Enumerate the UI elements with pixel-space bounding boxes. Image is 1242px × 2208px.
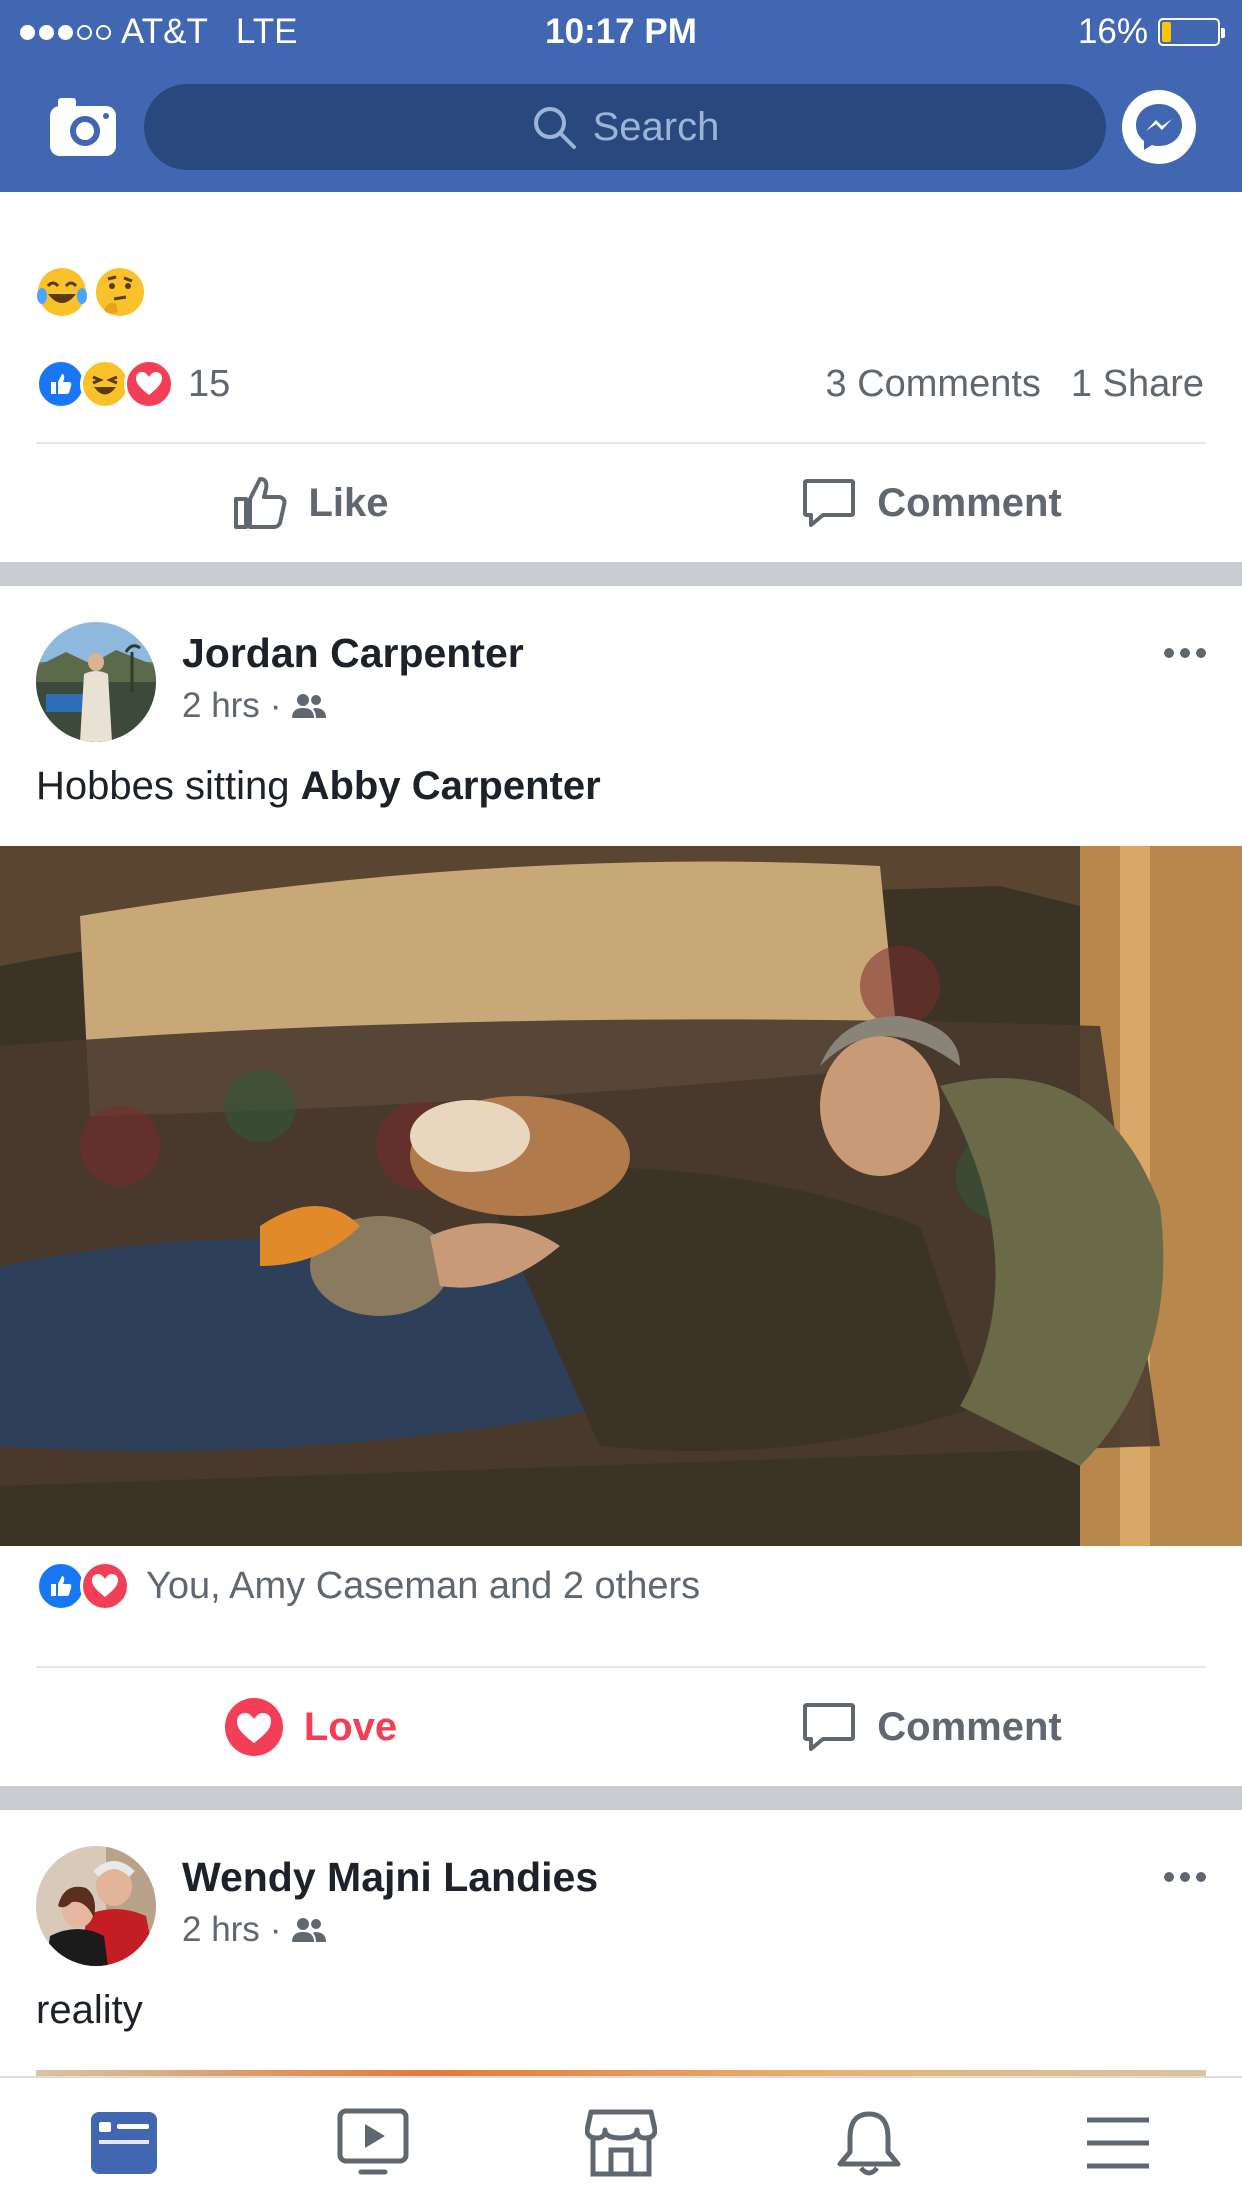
post2-text-prefix: Hobbes sitting <box>36 764 290 808</box>
post-meta: 2 hrs · <box>182 686 327 726</box>
feed-separator <box>0 1786 1242 1810</box>
thinking-face-emoji-icon <box>96 268 144 316</box>
thumbs-up-icon <box>234 477 287 529</box>
love-reaction-icon <box>80 1561 130 1611</box>
tab-menu[interactable] <box>994 2078 1242 2208</box>
post3-text: reality <box>36 1988 143 2032</box>
comment-button[interactable]: Comment <box>621 1699 1242 1755</box>
news-feed-icon <box>91 2112 158 2174</box>
camera-icon[interactable] <box>48 96 118 158</box>
video-play-icon <box>337 2108 409 2175</box>
post3-header: Wendy Majni Landies 2 hrs · <box>36 1846 1206 1976</box>
post2-header: Jordan Carpenter 2 hrs · <box>36 622 1206 752</box>
feed-separator <box>0 562 1242 586</box>
status-bar: AT&T LTE 10:17 PM 16% <box>0 0 1242 62</box>
comment-bubble-icon <box>803 479 856 527</box>
post-emoji-text <box>36 266 146 318</box>
shares-count-link[interactable]: 1 Share <box>1071 363 1204 406</box>
post-time[interactable]: 2 hrs <box>182 686 260 726</box>
post2-action-row: Love Comment <box>0 1668 1242 1786</box>
post2-photo[interactable] <box>0 846 1242 1546</box>
like-button[interactable]: Like <box>0 475 621 531</box>
battery-percent: 16% <box>1077 12 1148 51</box>
reaction-icons: 15 <box>36 359 230 409</box>
tagged-person-link[interactable]: Abby Carpenter <box>301 764 601 808</box>
post-meta: 2 hrs · <box>182 1910 327 1950</box>
post2-text: Hobbes sitting Abby Carpenter <box>36 764 601 809</box>
marketplace-store-icon <box>585 2109 658 2177</box>
messenger-icon[interactable] <box>1122 90 1196 164</box>
hamburger-menu-icon <box>1086 2117 1149 2169</box>
comment-bubble-icon <box>803 1703 856 1751</box>
comment-label: Comment <box>877 480 1062 525</box>
post1-engagement: 3 Comments 1 Share <box>826 363 1205 406</box>
likers-text: You, Amy Caseman and 2 others <box>146 1564 701 1607</box>
tab-watch[interactable] <box>248 2078 496 2208</box>
bottom-tab-bar <box>0 2076 1242 2208</box>
comment-button[interactable]: Comment <box>621 475 1242 531</box>
top-nav-bar: Search <box>0 62 1242 192</box>
search-icon <box>533 107 576 149</box>
haha-reaction-icon <box>80 359 130 409</box>
post1-action-row: Like Comment <box>0 444 1242 562</box>
like-label: Like <box>308 480 389 525</box>
battery-icon <box>1158 18 1225 46</box>
author-avatar[interactable] <box>36 1846 156 1966</box>
friends-audience-icon <box>292 694 327 718</box>
reaction-icons <box>36 1561 130 1611</box>
more-options-icon[interactable] <box>1164 648 1206 658</box>
post2-likers-summary[interactable]: You, Amy Caseman and 2 others <box>36 1556 700 1616</box>
post1-reactions-summary[interactable]: 15 3 Comments 1 Share <box>36 354 1204 414</box>
tab-news-feed[interactable] <box>0 2078 248 2208</box>
tears-of-joy-emoji-icon <box>37 268 87 316</box>
love-reaction-icon <box>124 359 174 409</box>
author-name-link[interactable]: Wendy Majni Landies <box>182 1854 598 1901</box>
comment-label: Comment <box>877 1704 1062 1749</box>
reaction-count: 15 <box>188 362 231 405</box>
love-label: Love <box>303 1704 398 1749</box>
like-reaction-icon <box>36 359 86 409</box>
friends-audience-icon <box>292 1918 327 1942</box>
like-reaction-icon <box>36 1561 86 1611</box>
love-heart-icon <box>224 1698 283 1756</box>
author-avatar[interactable] <box>36 622 156 742</box>
comments-count-link[interactable]: 3 Comments <box>826 363 1041 406</box>
notification-bell-icon <box>837 2111 901 2176</box>
meta-separator: · <box>269 686 282 725</box>
search-input[interactable]: Search <box>144 84 1106 170</box>
tab-notifications[interactable] <box>745 2078 993 2208</box>
meta-separator: · <box>269 1910 282 1949</box>
status-right: 16% <box>1077 12 1225 52</box>
author-name-link[interactable]: Jordan Carpenter <box>182 630 524 677</box>
search-placeholder: Search <box>592 104 720 149</box>
status-time: 10:17 PM <box>545 12 697 51</box>
tab-marketplace[interactable] <box>497 2078 745 2208</box>
post-time[interactable]: 2 hrs <box>182 1910 260 1950</box>
love-button[interactable]: Love <box>0 1697 621 1757</box>
more-options-icon[interactable] <box>1164 1872 1206 1882</box>
